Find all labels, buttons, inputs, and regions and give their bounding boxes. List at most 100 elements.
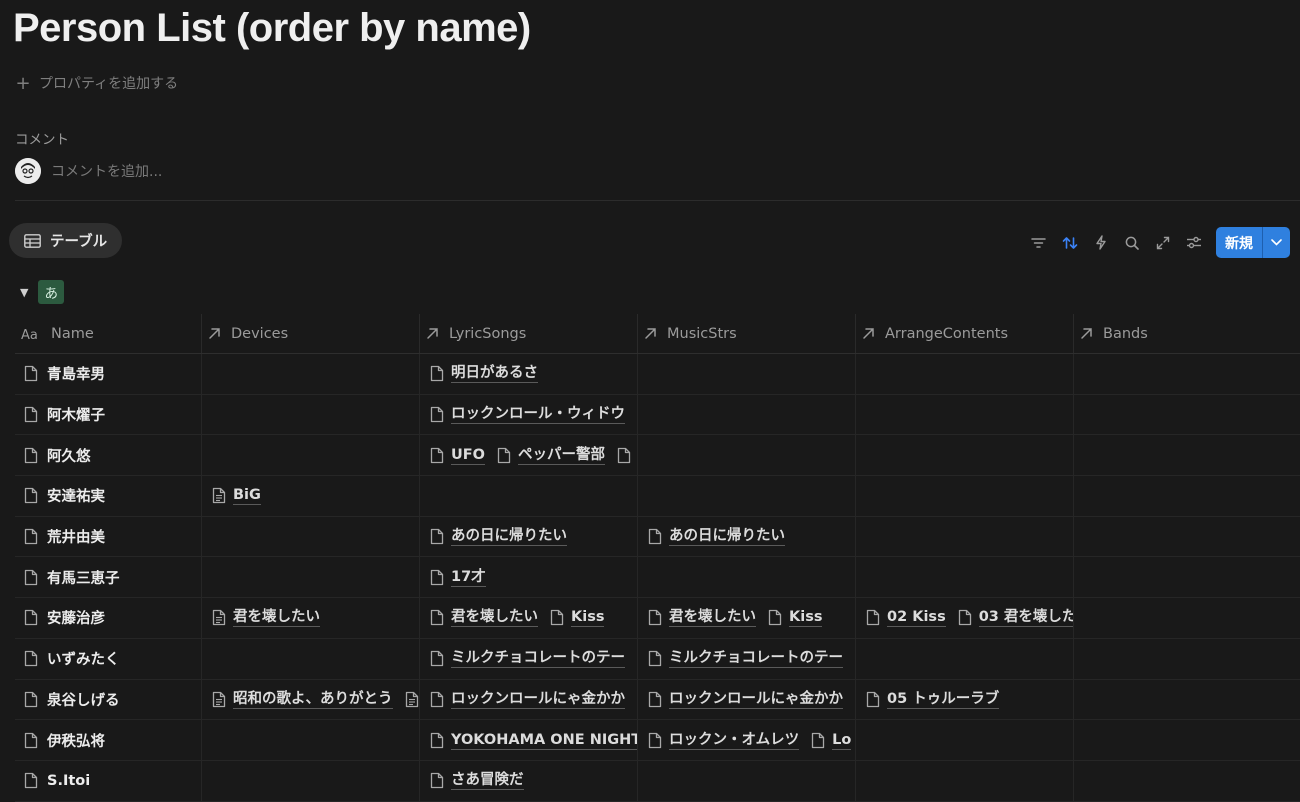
relation-chip[interactable] bbox=[617, 447, 631, 464]
relation-chip[interactable]: 02 Kiss bbox=[866, 608, 946, 628]
cell-arrange[interactable] bbox=[856, 476, 1074, 516]
cell-arrange[interactable] bbox=[856, 760, 1074, 801]
cell-music[interactable] bbox=[638, 435, 856, 476]
cell-bands[interactable] bbox=[1074, 720, 1300, 760]
table-row[interactable]: いずみたく ミルクチョコレートのテー ミルクチョコレートのテー bbox=[15, 638, 1300, 680]
relation-chip[interactable]: Lo bbox=[811, 731, 852, 750]
cell-name[interactable]: 安達祐実 bbox=[15, 476, 202, 516]
table-row[interactable]: 安達祐実 BiG bbox=[15, 476, 1300, 517]
table-row[interactable]: 阿木燿子 ロックンロール・ウィドウ bbox=[15, 394, 1300, 436]
cell-bands[interactable] bbox=[1074, 598, 1300, 638]
column-header-name[interactable]: Aa Name bbox=[15, 314, 202, 353]
cell-name[interactable]: S.Itoi bbox=[15, 760, 202, 801]
relation-chip[interactable]: 03 君を壊した bbox=[958, 608, 1073, 628]
column-header-musicstrs[interactable]: MusicStrs bbox=[638, 314, 856, 353]
cell-devices[interactable] bbox=[202, 354, 420, 394]
relation-chip[interactable]: ロックンロールにゃ金かか bbox=[430, 690, 625, 709]
relation-chip[interactable]: ミルクチョコレートのテー bbox=[648, 649, 843, 669]
caret-down-icon[interactable]: ▼ bbox=[20, 286, 28, 299]
cell-lyric[interactable]: UFO ペッパー警部 bbox=[420, 435, 638, 476]
search-icon[interactable] bbox=[1116, 227, 1147, 258]
filter-icon[interactable] bbox=[1023, 227, 1054, 258]
cell-arrange[interactable] bbox=[856, 516, 1074, 557]
cell-music[interactable] bbox=[638, 354, 856, 394]
relation-chip[interactable]: 君を壊したい bbox=[430, 608, 538, 628]
cell-arrange[interactable] bbox=[856, 394, 1074, 435]
cell-arrange[interactable] bbox=[856, 435, 1074, 476]
comment-input[interactable]: コメントを追加... bbox=[51, 161, 162, 181]
cell-arrange[interactable] bbox=[856, 638, 1074, 679]
relation-chip[interactable]: 17才 bbox=[430, 568, 486, 587]
relation-chip[interactable]: 昭和の歌よ、ありがとう bbox=[212, 690, 393, 709]
cell-bands[interactable] bbox=[1074, 761, 1300, 801]
table-row[interactable]: 青島幸男 明日があるさ bbox=[15, 354, 1300, 395]
add-property-button[interactable]: + プロパティを追加する bbox=[15, 72, 178, 94]
column-header-arrangecontents[interactable]: ArrangeContents bbox=[856, 314, 1074, 353]
cell-bands[interactable] bbox=[1074, 476, 1300, 516]
table-row[interactable]: 荒井由美 あの日に帰りたい あの日に帰りたい bbox=[15, 516, 1300, 558]
column-header-devices[interactable]: Devices bbox=[202, 314, 420, 353]
cell-arrange[interactable] bbox=[856, 557, 1074, 598]
cell-lyric[interactable] bbox=[420, 476, 638, 516]
relation-chip[interactable]: ミルクチョコレートのテー bbox=[430, 649, 625, 669]
column-header-lyricsongs[interactable]: LyricSongs bbox=[420, 314, 638, 353]
cell-arrange[interactable] bbox=[856, 720, 1074, 760]
cell-name[interactable]: 青島幸男 bbox=[15, 354, 202, 394]
cell-arrange[interactable]: 05 トゥルーラブ bbox=[856, 679, 1074, 720]
cell-name[interactable]: 泉谷しげる bbox=[15, 679, 202, 720]
relation-chip[interactable]: ロックンロール・ウィドウ bbox=[430, 405, 625, 425]
cell-bands[interactable] bbox=[1074, 680, 1300, 720]
cell-music[interactable]: ロックンロールにゃ金かか bbox=[638, 679, 856, 720]
cell-name[interactable]: 荒井由美 bbox=[15, 516, 202, 557]
cell-bands[interactable] bbox=[1074, 639, 1300, 679]
relation-chip[interactable]: ロックンロールにゃ金かか bbox=[648, 690, 843, 709]
cell-devices[interactable] bbox=[202, 435, 420, 476]
cell-lyric[interactable]: さあ冒険だ bbox=[420, 760, 638, 801]
cell-lyric[interactable]: 明日があるさ bbox=[420, 354, 638, 394]
relation-chip[interactable]: あの日に帰りたい bbox=[430, 527, 567, 547]
relation-chip[interactable]: 君を壊したい bbox=[212, 608, 320, 628]
cell-arrange[interactable]: 02 Kiss 03 君を壊した bbox=[856, 598, 1074, 638]
cell-bands[interactable] bbox=[1074, 557, 1300, 597]
cell-name[interactable]: 有馬三恵子 bbox=[15, 557, 202, 598]
relation-chip[interactable]: YOKOHAMA ONE NIGHT bbox=[430, 731, 637, 750]
table-row[interactable]: 阿久悠 UFO ペッパー警部 bbox=[15, 435, 1300, 477]
cell-devices[interactable] bbox=[202, 760, 420, 801]
cell-music[interactable] bbox=[638, 760, 856, 801]
new-button[interactable]: 新規 bbox=[1216, 227, 1262, 258]
cell-devices[interactable] bbox=[202, 720, 420, 760]
relation-chip[interactable]: Kiss bbox=[550, 608, 605, 628]
cell-bands[interactable] bbox=[1074, 435, 1300, 475]
table-row[interactable]: 伊秩弘将 YOKOHAMA ONE NIGHT ロックン・オムレツ Lo bbox=[15, 720, 1300, 761]
relation-chip[interactable]: あの日に帰りたい bbox=[648, 527, 785, 547]
cell-devices[interactable]: 昭和の歌よ、ありがとう bbox=[202, 679, 420, 720]
relation-chip[interactable]: UFO bbox=[430, 446, 486, 465]
cell-name[interactable]: 阿久悠 bbox=[15, 435, 202, 476]
table-row[interactable]: 安藤治彦 君を壊したい 君を壊したい Kiss 君を壊したい Kiss 02 Kiss 03 … bbox=[15, 598, 1300, 639]
relation-chip[interactable]: 05 トゥルーラブ bbox=[866, 690, 1000, 709]
cell-music[interactable] bbox=[638, 557, 856, 598]
cell-lyric[interactable]: 17才 bbox=[420, 557, 638, 598]
cell-bands[interactable] bbox=[1074, 395, 1300, 435]
cell-music[interactable]: 君を壊したい Kiss bbox=[638, 598, 856, 638]
sort-icon[interactable] bbox=[1054, 227, 1085, 258]
cell-lyric[interactable]: ロックンロールにゃ金かか bbox=[420, 679, 638, 720]
relation-chip[interactable]: 君を壊したい bbox=[648, 608, 756, 628]
cell-lyric[interactable]: YOKOHAMA ONE NIGHT bbox=[420, 720, 638, 760]
cell-devices[interactable]: 君を壊したい bbox=[202, 598, 420, 638]
cell-lyric[interactable]: ミルクチョコレートのテー bbox=[420, 638, 638, 679]
cell-lyric[interactable]: ロックンロール・ウィドウ bbox=[420, 394, 638, 435]
cell-devices[interactable] bbox=[202, 394, 420, 435]
cell-name[interactable]: いずみたく bbox=[15, 638, 202, 679]
relation-chip[interactable]: Kiss bbox=[768, 608, 823, 628]
cell-devices[interactable] bbox=[202, 516, 420, 557]
cell-devices[interactable] bbox=[202, 557, 420, 598]
cell-name[interactable]: 阿木燿子 bbox=[15, 394, 202, 435]
cell-arrange[interactable] bbox=[856, 354, 1074, 394]
new-dropdown-button[interactable] bbox=[1262, 227, 1290, 258]
cell-name[interactable]: 安藤治彦 bbox=[15, 598, 202, 638]
cell-devices[interactable] bbox=[202, 638, 420, 679]
cell-music[interactable] bbox=[638, 476, 856, 516]
relation-chip[interactable]: ペッパー警部 bbox=[497, 446, 606, 465]
cell-name[interactable]: 伊秩弘将 bbox=[15, 720, 202, 760]
